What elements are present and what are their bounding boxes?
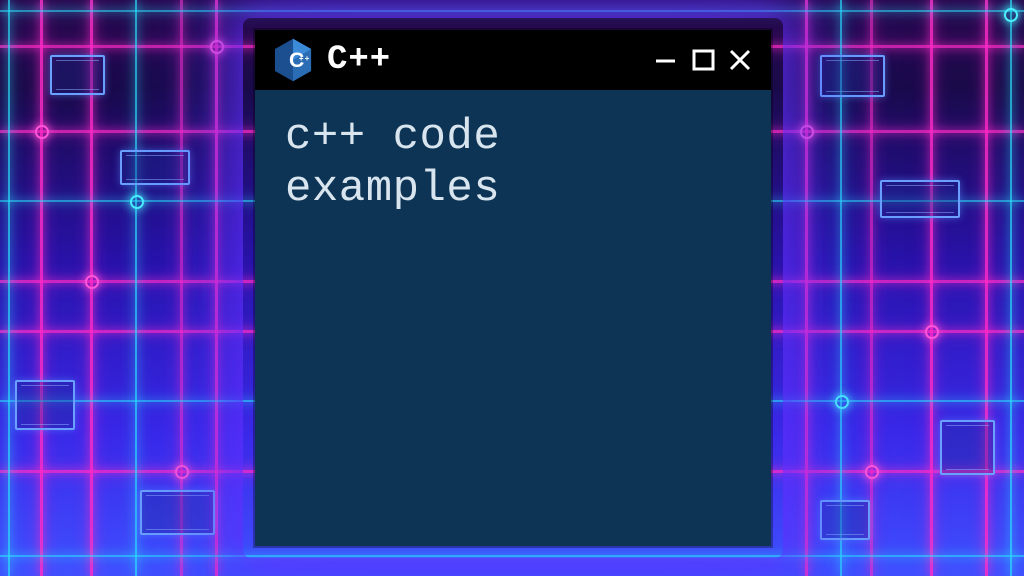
titlebar[interactable]: C + + C++ bbox=[255, 30, 771, 90]
app-window: C + + C++ bbox=[255, 30, 771, 546]
content-text: c++ code examples bbox=[285, 112, 741, 216]
window-title: C++ bbox=[327, 41, 639, 79]
window-content: c++ code examples bbox=[255, 90, 771, 546]
svg-text:+: + bbox=[299, 54, 304, 63]
cpp-logo-icon: C + + bbox=[273, 38, 313, 82]
svg-text:+: + bbox=[305, 54, 310, 63]
window-controls bbox=[653, 46, 753, 74]
minimize-button[interactable] bbox=[653, 46, 681, 74]
close-button[interactable] bbox=[727, 47, 753, 73]
neon-circuit-background: C + + C++ bbox=[0, 0, 1024, 576]
maximize-button[interactable] bbox=[691, 47, 717, 73]
